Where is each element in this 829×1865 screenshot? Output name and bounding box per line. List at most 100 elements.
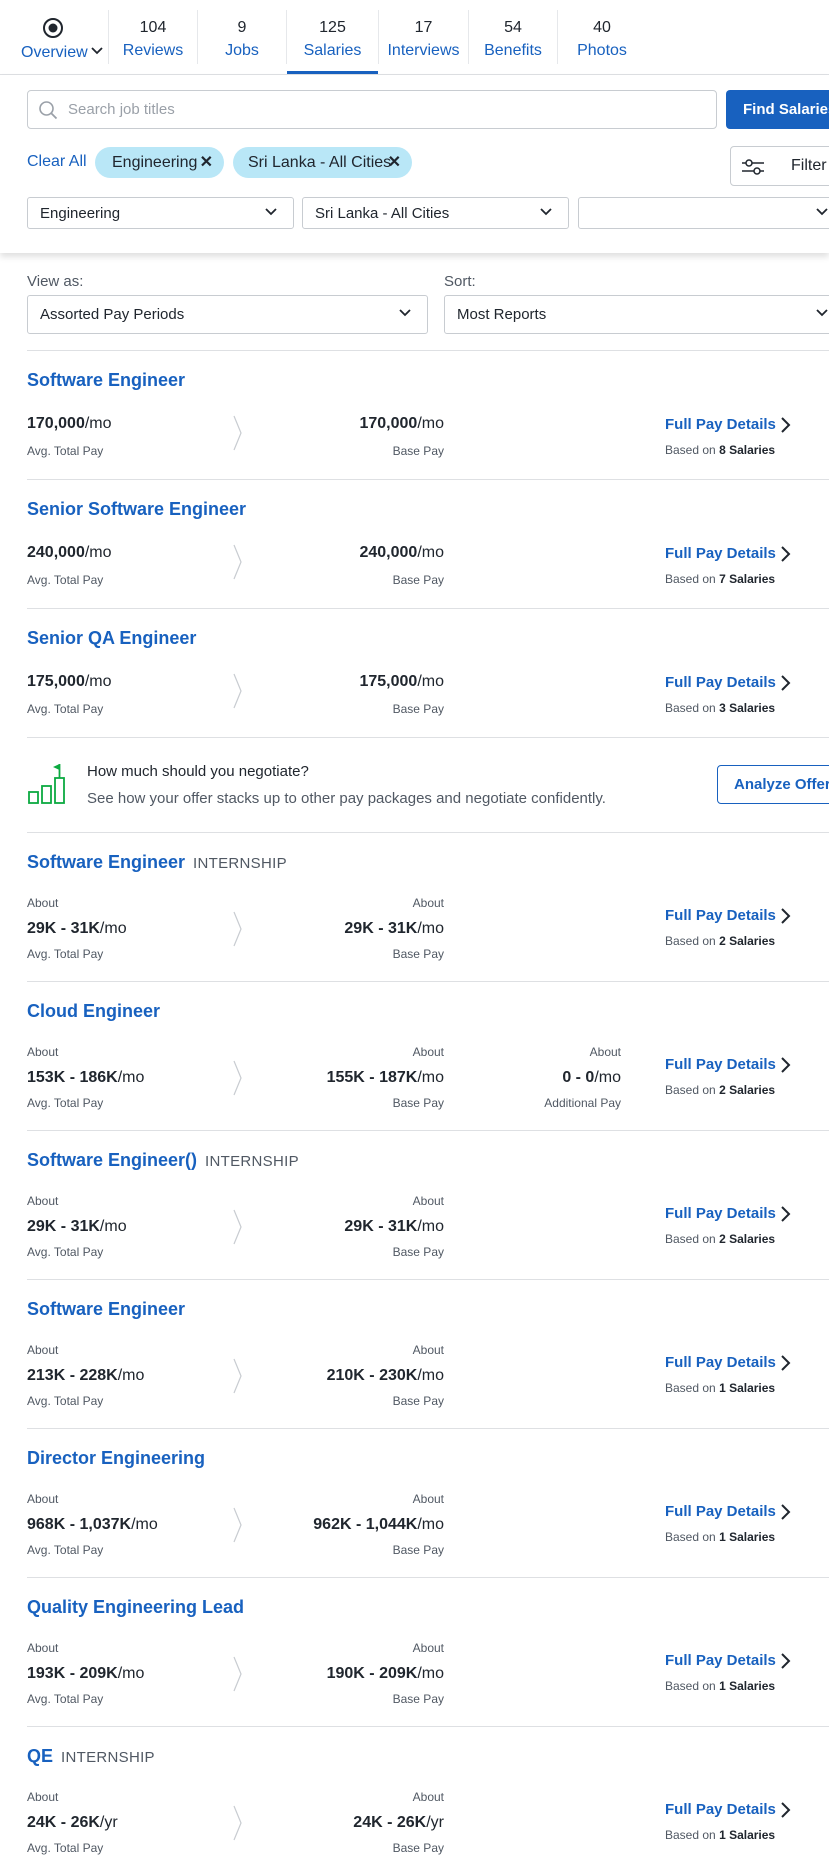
tab-jobs[interactable]: 9 Jobs	[198, 0, 286, 74]
full-pay-details-link[interactable]: Full Pay Details	[665, 416, 776, 433]
chevron-right-icon[interactable]	[780, 907, 792, 925]
about-label: About	[412, 1194, 444, 1208]
tab-salaries-label: Salaries	[303, 42, 362, 59]
job-title-link[interactable]: Senior QA Engineer	[27, 628, 196, 649]
remove-chip-icon[interactable]: ✕	[200, 147, 213, 178]
full-pay-details-link[interactable]: Full Pay Details	[665, 1503, 776, 1520]
base-pay-label: Base Pay	[392, 1543, 444, 1557]
full-pay-details-link[interactable]: Full Pay Details	[665, 545, 776, 562]
base-pay-label: Base Pay	[392, 1096, 444, 1110]
tab-reviews[interactable]: 104 Reviews	[109, 0, 197, 74]
extra-filter-select[interactable]	[578, 197, 829, 229]
salaries-page: Overview 104 Reviews 9 Jobs 125 Salaries…	[0, 0, 829, 1865]
job-type-tag: INTERNSHIP	[205, 1153, 299, 1170]
full-pay-details-link[interactable]: Full Pay Details	[665, 1056, 776, 1073]
chevron-right-icon[interactable]	[780, 545, 792, 563]
find-salaries-button[interactable]: Find Salaries	[726, 90, 829, 129]
based-on-count: Based on 2 Salaries	[665, 1232, 776, 1246]
chevron-down-icon	[91, 47, 103, 55]
chevron-right-icon[interactable]	[780, 416, 792, 434]
location-value: Sri Lanka - All Cities	[315, 205, 450, 222]
about-label: About	[27, 1045, 59, 1059]
sort-select[interactable]: Most Reports	[444, 295, 829, 334]
avg-total-pay-value: 24K - 26K/yr	[27, 1814, 118, 1831]
divider-chevron-icon	[233, 1060, 242, 1096]
negotiate-chart-icon	[28, 764, 65, 804]
full-pay-details-link[interactable]: Full Pay Details	[665, 907, 776, 924]
chevron-right-icon[interactable]	[780, 1056, 792, 1074]
filter-chip-engineering[interactable]: Engineering ✕	[95, 147, 224, 178]
view-as-select[interactable]: Assorted Pay Periods	[27, 295, 428, 334]
avg-total-pay-label: Avg. Total Pay	[27, 1543, 104, 1557]
tab-salaries[interactable]: 125 Salaries	[287, 0, 378, 74]
job-type-tag: INTERNSHIP	[61, 1749, 155, 1766]
remove-chip-icon[interactable]: ✕	[388, 147, 401, 178]
tab-photos[interactable]: 40 Photos	[558, 0, 646, 74]
sort-value: Most Reports	[457, 306, 547, 323]
avg-total-pay-value: 213K - 228K/mo	[27, 1367, 145, 1384]
divider-chevron-icon	[233, 1358, 242, 1394]
avg-total-pay-label: Avg. Total Pay	[27, 702, 104, 716]
chevron-right-icon[interactable]	[780, 1205, 792, 1223]
job-title-link[interactable]: QE INTERNSHIP	[27, 1746, 155, 1767]
job-title-link[interactable]: Cloud Engineer	[27, 1001, 160, 1022]
chevron-right-icon[interactable]	[780, 1801, 792, 1819]
full-pay-details-link[interactable]: Full Pay Details	[665, 1354, 776, 1371]
job-function-select[interactable]: Engineering	[27, 197, 294, 229]
chevron-right-icon[interactable]	[780, 1503, 792, 1521]
base-pay-value: 175,000/mo	[359, 673, 444, 690]
job-title-link[interactable]: Software Engineer	[27, 370, 185, 391]
job-title-link[interactable]: Senior Software Engineer	[27, 499, 246, 520]
about-label: About	[412, 1790, 444, 1804]
about-label: About	[27, 1343, 59, 1357]
tab-reviews-label: Reviews	[122, 42, 184, 59]
based-on-count: Based on 3 Salaries	[665, 701, 776, 715]
chevron-down-icon	[265, 208, 277, 216]
tab-jobs-count: 9	[237, 19, 247, 36]
location-select[interactable]: Sri Lanka - All Cities	[302, 197, 569, 229]
avg-total-pay-value: 175,000/mo	[27, 673, 112, 690]
about-label: About	[412, 896, 444, 910]
divider-chevron-icon	[233, 1507, 242, 1543]
job-title-link[interactable]: Software Engineer() INTERNSHIP	[27, 1150, 299, 1171]
full-pay-details-link[interactable]: Full Pay Details	[665, 1205, 776, 1222]
full-pay-details-link[interactable]: Full Pay Details	[665, 1652, 776, 1669]
filter-button[interactable]: Filter	[730, 146, 829, 186]
about-label: About	[27, 1194, 59, 1208]
analyze-offer-button[interactable]: Analyze Offer	[717, 765, 829, 804]
tab-benefits[interactable]: 54 Benefits	[469, 0, 557, 74]
clear-all-link[interactable]: Clear All	[27, 153, 87, 171]
chevron-right-icon[interactable]	[780, 1652, 792, 1670]
tab-jobs-label: Jobs	[225, 42, 259, 59]
chip-label: Sri Lanka - All Cities	[248, 154, 392, 171]
avg-total-pay-value: 29K - 31K/mo	[27, 920, 127, 937]
full-pay-details-link[interactable]: Full Pay Details	[665, 1801, 776, 1818]
about-label: About	[412, 1045, 444, 1059]
job-title-link[interactable]: Quality Engineering Lead	[27, 1597, 244, 1618]
job-title-link[interactable]: Director Engineering	[27, 1448, 205, 1469]
avg-total-pay-label: Avg. Total Pay	[27, 1692, 104, 1706]
job-title-link[interactable]: Software Engineer INTERNSHIP	[27, 852, 287, 873]
full-pay-details-link[interactable]: Full Pay Details	[665, 674, 776, 691]
job-title-link[interactable]: Software Engineer	[27, 1299, 185, 1320]
divider-chevron-icon	[233, 544, 242, 580]
chevron-down-icon	[816, 208, 828, 216]
search-input[interactable]: Search job titles	[27, 90, 717, 129]
tab-overview[interactable]: Overview	[0, 0, 108, 74]
tab-interviews[interactable]: 17 Interviews	[379, 0, 468, 74]
avg-total-pay-label: Avg. Total Pay	[27, 1245, 104, 1259]
based-on-count: Based on 7 Salaries	[665, 572, 776, 586]
divider-chevron-icon	[233, 1656, 242, 1692]
base-pay-label: Base Pay	[392, 1394, 444, 1408]
chevron-right-icon[interactable]	[780, 1354, 792, 1372]
base-pay-label: Base Pay	[392, 1841, 444, 1855]
avg-total-pay-label: Avg. Total Pay	[27, 1096, 104, 1110]
chevron-right-icon[interactable]	[780, 674, 792, 692]
base-pay-label: Base Pay	[392, 702, 444, 716]
based-on-count: Based on 8 Salaries	[665, 443, 776, 457]
filter-chip-location[interactable]: Sri Lanka - All Cities ✕	[233, 147, 412, 178]
avg-total-pay-label: Avg. Total Pay	[27, 1394, 104, 1408]
avg-total-pay-value: 29K - 31K/mo	[27, 1218, 127, 1235]
base-pay-value: 155K - 187K/mo	[326, 1069, 444, 1086]
tab-benefits-count: 54	[504, 19, 522, 36]
